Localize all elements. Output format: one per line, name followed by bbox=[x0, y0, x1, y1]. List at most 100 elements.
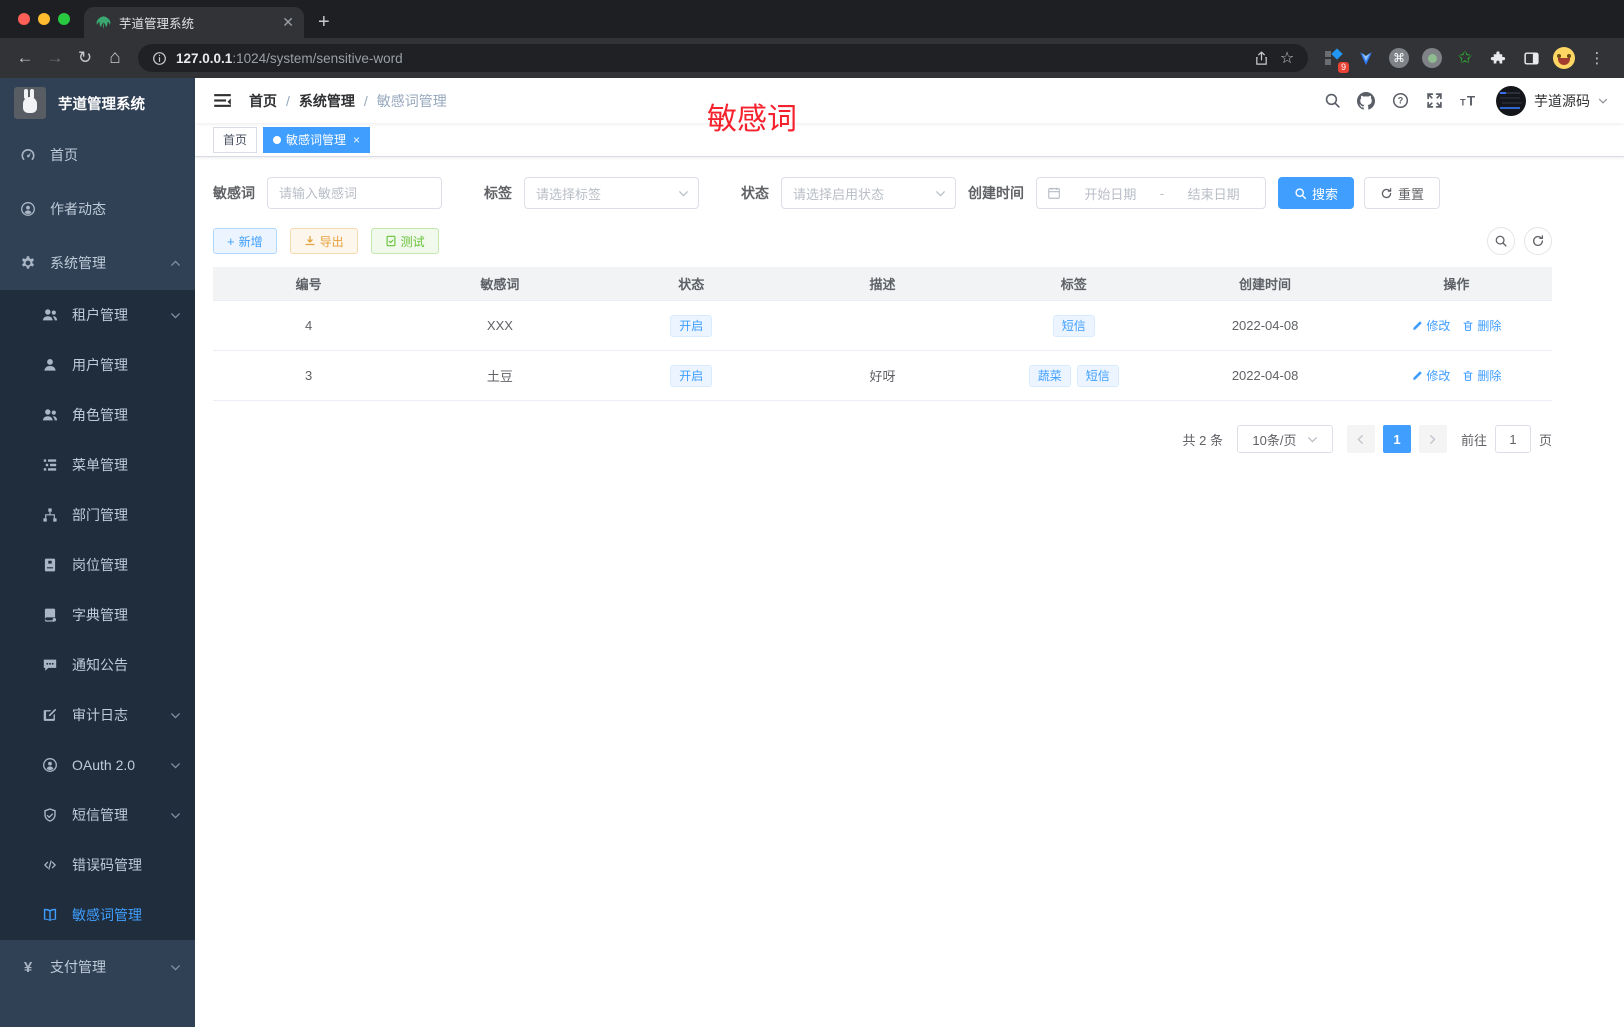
keyword-input[interactable] bbox=[279, 185, 430, 201]
view-tag-首页[interactable]: 首页 bbox=[213, 126, 258, 153]
side-panel-icon[interactable] bbox=[1518, 45, 1544, 71]
page-size-select[interactable]: 10条/页 bbox=[1236, 425, 1333, 453]
user-icon bbox=[42, 357, 58, 373]
document-check-icon bbox=[386, 235, 396, 247]
export-button[interactable]: 导出 bbox=[289, 228, 358, 254]
table-header-row: 编号 敏感词 状态 描述 标签 创建时间 操作 bbox=[213, 267, 1552, 301]
green-star-extension-icon[interactable]: ✩ bbox=[1452, 45, 1478, 71]
log-icon bbox=[42, 707, 58, 723]
extensions-area: 9 ⌘ ✩ ⋮ bbox=[1316, 45, 1614, 73]
sidebar-item-通知公告[interactable]: 通知公告 bbox=[0, 640, 195, 690]
toggle-search-button[interactable] bbox=[1487, 227, 1515, 255]
sidebar-item-作者动态[interactable]: 作者动态 bbox=[0, 182, 195, 236]
test-button[interactable]: 测试 bbox=[370, 228, 439, 254]
delete-link[interactable]: 删除 bbox=[1462, 367, 1501, 384]
command-extension-icon[interactable]: ⌘ bbox=[1386, 45, 1412, 71]
reset-button[interactable]: 重置 bbox=[1364, 177, 1441, 209]
page-content: 敏感词 标签 请选择标签 状态 请选择启用状态 创建时间 bbox=[195, 157, 1624, 1027]
breadcrumb-system[interactable]: 系统管理 bbox=[299, 91, 355, 111]
github-icon[interactable] bbox=[1354, 89, 1378, 113]
sidebar-item-错误码管理[interactable]: 错误码管理 bbox=[0, 840, 195, 890]
sidebar-item-字典管理[interactable]: 字典管理 bbox=[0, 590, 195, 640]
back-icon[interactable]: ← bbox=[10, 43, 40, 73]
sidebar-item-用户管理[interactable]: 用户管理 bbox=[0, 340, 195, 390]
sidebar-logo[interactable]: 芋道管理系统 bbox=[0, 78, 195, 128]
forward-icon[interactable]: → bbox=[40, 43, 70, 73]
sidebar-item-菜单管理[interactable]: 菜单管理 bbox=[0, 440, 195, 490]
fullscreen-icon[interactable] bbox=[1422, 89, 1446, 113]
pagination: 共 2 条 10条/页 1 前往 页 bbox=[213, 425, 1552, 453]
download-icon bbox=[305, 235, 315, 246]
vimium-icon[interactable] bbox=[1353, 45, 1379, 71]
new-tab-button[interactable]: + bbox=[318, 11, 330, 34]
sidebar-item-短信管理[interactable]: 短信管理 bbox=[0, 790, 195, 840]
yen-icon: ¥ bbox=[23, 958, 33, 976]
date-range-picker[interactable]: 开始日期 - 结束日期 bbox=[1036, 177, 1266, 209]
sidebar-item-部门管理[interactable]: 部门管理 bbox=[0, 490, 195, 540]
sidebar-item-角色管理[interactable]: 角色管理 bbox=[0, 390, 195, 440]
home-icon[interactable]: ⌂ bbox=[100, 43, 130, 73]
profile-avatar-icon[interactable] bbox=[1551, 45, 1577, 71]
delete-link[interactable]: 删除 bbox=[1462, 317, 1501, 334]
tag-close-icon[interactable]: × bbox=[353, 133, 360, 147]
page-number-current[interactable]: 1 bbox=[1382, 425, 1411, 453]
view-tag-敏感词管理[interactable]: 敏感词管理 × bbox=[263, 126, 371, 153]
search-button[interactable]: 搜索 bbox=[1278, 177, 1355, 209]
bookmark-star-icon[interactable]: ☆ bbox=[1274, 45, 1300, 71]
sidebar-item-首页[interactable]: 首页 bbox=[0, 128, 195, 182]
sidebar-item-系统管理[interactable]: 系统管理 bbox=[0, 236, 195, 290]
table-row: 4 XXX 开启 短信 2022-04-08 修改 删除 bbox=[213, 301, 1552, 351]
status-tag[interactable]: 开启 bbox=[670, 364, 713, 387]
font-size-icon[interactable]: TT bbox=[1456, 89, 1480, 113]
column-header: 编号 bbox=[295, 277, 322, 292]
header-search-icon[interactable] bbox=[1320, 89, 1344, 113]
help-icon[interactable]: ? bbox=[1388, 89, 1412, 113]
edit-link[interactable]: 修改 bbox=[1411, 367, 1450, 384]
refresh-table-button[interactable] bbox=[1524, 227, 1552, 255]
tag-select[interactable]: 请选择标签 bbox=[524, 177, 699, 209]
browser-tab[interactable]: 芋道管理系统 ✕ bbox=[84, 7, 304, 38]
minimize-window-button[interactable] bbox=[38, 13, 50, 25]
chevron-down-icon bbox=[170, 760, 181, 771]
sidebar-item-OAuth 2.0[interactable]: OAuth 2.0 bbox=[0, 740, 195, 790]
badge-icon bbox=[42, 557, 58, 573]
status-select[interactable]: 请选择启用状态 bbox=[781, 177, 956, 209]
caret-down-icon bbox=[1598, 98, 1608, 104]
breadcrumb-home[interactable]: 首页 bbox=[249, 91, 277, 111]
chevron-down-icon bbox=[678, 188, 689, 199]
sidebar-item-敏感词管理[interactable]: 敏感词管理 bbox=[0, 890, 195, 940]
sidebar-item-支付管理[interactable]: ¥ 支付管理 bbox=[0, 940, 195, 994]
prev-page-button[interactable] bbox=[1346, 425, 1375, 453]
table-toolbar: + 新增 导出 测试 bbox=[213, 227, 1552, 255]
goto-page-input[interactable] bbox=[1494, 425, 1531, 453]
status-tag[interactable]: 开启 bbox=[670, 314, 713, 337]
recorder-extension-icon[interactable] bbox=[1419, 45, 1445, 71]
close-window-button[interactable] bbox=[18, 13, 30, 25]
zoom-window-button[interactable] bbox=[58, 13, 70, 25]
browser-menu-icon[interactable]: ⋮ bbox=[1584, 45, 1610, 71]
address-bar[interactable]: 127.0.0.1:1024/system/sensitive-word ☆ bbox=[138, 44, 1308, 72]
chevron-down-icon bbox=[1307, 434, 1318, 445]
reload-icon[interactable]: ↻ bbox=[70, 43, 100, 73]
edit-link[interactable]: 修改 bbox=[1411, 317, 1450, 334]
tab-close-icon[interactable]: ✕ bbox=[282, 14, 294, 31]
author-icon bbox=[20, 201, 36, 217]
menu-tree-icon bbox=[42, 457, 58, 473]
chevron-down-icon bbox=[935, 188, 946, 199]
collapse-sidebar-icon[interactable] bbox=[211, 90, 233, 112]
add-button[interactable]: + 新增 bbox=[213, 228, 277, 254]
extension-grid-icon[interactable]: 9 bbox=[1320, 45, 1349, 73]
user-menu[interactable]: 芋道源码 bbox=[1496, 85, 1608, 116]
cell-tags: 蔬菜 短信 bbox=[978, 364, 1169, 387]
sidebar-item-label: OAuth 2.0 bbox=[72, 757, 136, 773]
extensions-puzzle-icon[interactable] bbox=[1485, 45, 1511, 71]
next-page-button[interactable] bbox=[1418, 425, 1447, 453]
browser-tabstrip: 芋道管理系统 ✕ + bbox=[0, 0, 1624, 38]
sidebar-item-岗位管理[interactable]: 岗位管理 bbox=[0, 540, 195, 590]
sidebar-item-租户管理[interactable]: 租户管理 bbox=[0, 290, 195, 340]
share-icon[interactable] bbox=[1248, 45, 1274, 71]
user-avatar bbox=[1496, 85, 1526, 116]
site-info-icon[interactable] bbox=[150, 45, 168, 71]
sidebar-item-审计日志[interactable]: 审计日志 bbox=[0, 690, 195, 740]
sidebar-menu: 首页 作者动态 系统管理 租户管理 用户管理 角色管理 菜单管理 部门管理 岗位管理 字典管理 通知… bbox=[0, 128, 195, 1027]
